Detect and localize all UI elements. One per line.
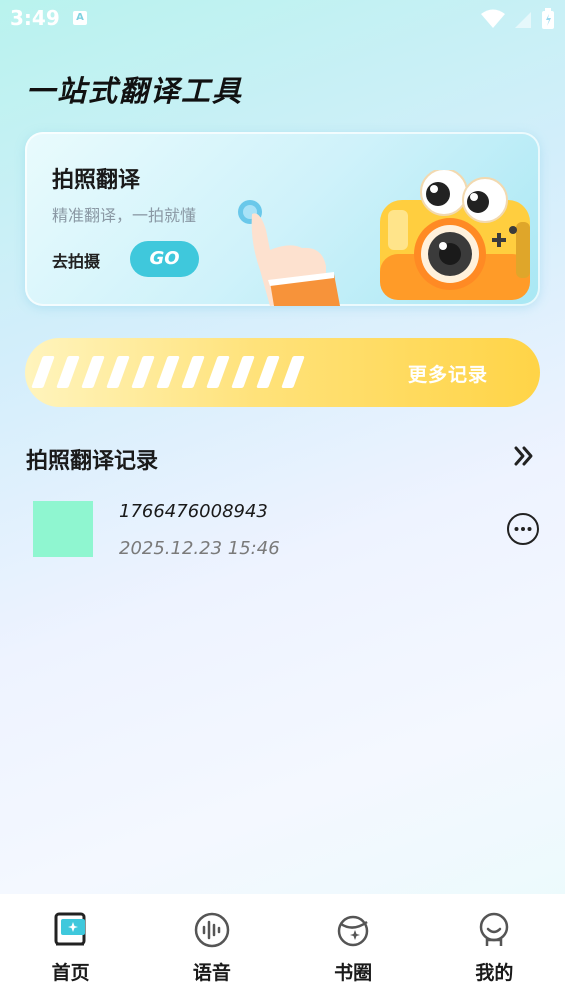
decorative-stripes bbox=[31, 356, 305, 390]
tab-profile[interactable]: 我的 bbox=[434, 894, 554, 1004]
record-thumbnail[interactable] bbox=[33, 501, 93, 557]
battery-icon bbox=[542, 8, 554, 29]
tab-book-circle[interactable]: 书圈 bbox=[293, 894, 413, 1004]
hero-subtitle: 精准翻译，一拍就懂 bbox=[52, 206, 197, 225]
more-records-label: 更多记录 bbox=[407, 364, 488, 386]
tab-label: 语音 bbox=[192, 962, 231, 984]
hero-title: 拍照翻译 bbox=[52, 168, 141, 193]
tab-home[interactable]: 首页 bbox=[11, 894, 131, 1004]
camera-mascot-illustration bbox=[238, 170, 530, 306]
list-item[interactable]: 1766476008943 2025.12.23 15:46 bbox=[26, 495, 540, 565]
voice-icon bbox=[194, 912, 230, 948]
more-options-icon[interactable] bbox=[507, 513, 539, 545]
record-name: 1766476008943 bbox=[119, 501, 268, 522]
record-time: 2025.12.23 15:46 bbox=[119, 538, 280, 559]
status-time: 3:49 bbox=[10, 6, 60, 30]
status-icons bbox=[481, 8, 555, 30]
profile-icon bbox=[480, 912, 509, 946]
tab-label: 首页 bbox=[51, 962, 90, 984]
more-records-button[interactable]: 更多记录 bbox=[25, 338, 540, 407]
status-bar: 3:49 A bbox=[0, 0, 565, 40]
home-book-icon bbox=[54, 912, 86, 946]
tab-label: 书圈 bbox=[334, 962, 373, 984]
go-button[interactable]: GO bbox=[130, 241, 199, 277]
app-title: 一站式翻译工具 bbox=[26, 74, 244, 108]
notification-icon: A bbox=[73, 11, 87, 25]
photo-translate-card[interactable]: 拍照翻译 精准翻译，一拍就懂 去拍摄 GO bbox=[25, 132, 540, 306]
section-title: 拍照翻译记录 bbox=[26, 449, 159, 474]
hero-go-label: 去拍摄 bbox=[52, 252, 101, 271]
bottom-tab-bar: 首页 语音 书圈 我的 bbox=[0, 894, 565, 1004]
wifi-icon bbox=[481, 9, 505, 28]
double-chevron-right-icon[interactable] bbox=[512, 444, 536, 468]
planet-icon bbox=[337, 915, 369, 947]
signal-icon bbox=[515, 12, 531, 28]
tab-label: 我的 bbox=[475, 962, 514, 984]
tab-voice[interactable]: 语音 bbox=[152, 894, 272, 1004]
